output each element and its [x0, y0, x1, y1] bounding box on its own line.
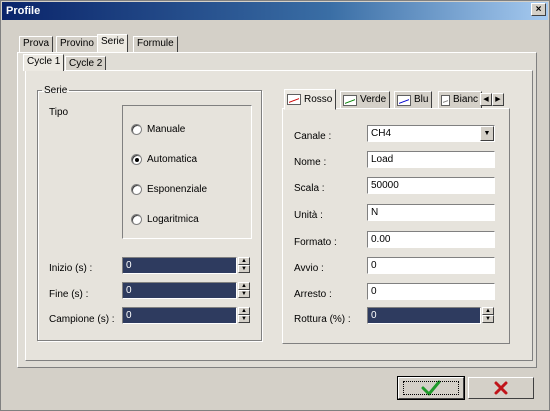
tab-provino[interactable]: Provino	[56, 36, 98, 52]
chart-icon	[441, 94, 450, 106]
fine-label: Fine (s) :	[49, 289, 89, 300]
formato-input[interactable]: 0.00	[367, 231, 495, 248]
tipo-box: Manuale Automatica Esponenziale Logaritm…	[122, 105, 252, 239]
rottura-label: Rottura (%) :	[294, 314, 351, 325]
campione-input[interactable]: 0	[122, 307, 237, 324]
tab-bianco-label: Bianc	[452, 94, 478, 105]
close-button[interactable]: ×	[531, 3, 546, 16]
tab-rosso-label: Rosso	[304, 93, 333, 105]
tab-formule[interactable]: Formule	[133, 36, 178, 52]
ok-button[interactable]	[397, 376, 465, 400]
radio-automatica-circle[interactable]	[131, 154, 142, 165]
radio-esponenziale[interactable]: Esponenziale	[131, 184, 207, 195]
nome-label: Nome :	[294, 157, 327, 168]
radio-logaritmica-circle[interactable]	[131, 214, 142, 225]
spin-up-icon[interactable]: ▲	[482, 307, 494, 315]
radio-esponenziale-circle[interactable]	[131, 184, 142, 195]
tab-verde-label: Verde	[360, 94, 387, 105]
subtab-cycle-2[interactable]: Cycle 2	[65, 56, 107, 71]
avvio-label: Avvio :	[294, 263, 324, 274]
radio-manuale-label: Manuale	[147, 124, 186, 135]
spin-down-icon[interactable]: ▼	[238, 265, 250, 273]
inizio-label: Inizio (s) :	[49, 263, 93, 274]
avvio-input[interactable]: 0	[367, 257, 495, 274]
tab-verde[interactable]: Verde	[340, 91, 391, 109]
inizio-input[interactable]: 0	[122, 257, 237, 274]
canale-select[interactable]: CH4 ▼	[367, 125, 495, 142]
serie-group-label: Serie	[44, 85, 68, 96]
window-title: Profile	[6, 5, 41, 17]
spin-up-icon[interactable]: ▲	[238, 307, 250, 315]
canale-value: CH4	[371, 128, 392, 139]
fine-input[interactable]: 0	[122, 282, 237, 299]
arrow-right-icon[interactable]: ▶	[492, 93, 504, 106]
profile-window: Profile × Prova Provino Serie Formule Cy…	[0, 0, 550, 411]
spin-down-icon[interactable]: ▼	[482, 315, 494, 323]
chart-icon	[397, 94, 411, 106]
tab-rosso[interactable]: Rosso	[284, 89, 337, 110]
tab-scroll-arrows[interactable]: ◀ ▶	[480, 93, 504, 106]
radio-automatica-label: Automatica	[147, 154, 198, 165]
subtab-cycle-1[interactable]: Cycle 1	[23, 54, 65, 71]
title-bar: Profile	[2, 2, 548, 20]
tab-blu[interactable]: Blu	[394, 91, 433, 109]
inizio-spinner[interactable]: ▲ ▼	[238, 257, 250, 274]
rottura-input[interactable]: 0	[367, 307, 481, 324]
unita-label: Unità :	[294, 210, 323, 221]
canale-label: Canale :	[294, 131, 332, 142]
tab-blu-label: Blu	[414, 94, 429, 105]
spin-down-icon[interactable]: ▼	[238, 315, 250, 323]
chevron-down-icon[interactable]: ▼	[480, 126, 494, 141]
radio-manuale[interactable]: Manuale	[131, 124, 185, 135]
tab-bianco[interactable]: Bianc	[438, 91, 482, 109]
radio-manuale-circle[interactable]	[131, 124, 142, 135]
spin-up-icon[interactable]: ▲	[238, 257, 250, 265]
radio-esponenziale-label: Esponenziale	[147, 184, 208, 195]
focus-rect	[403, 381, 459, 395]
campione-spinner[interactable]: ▲ ▼	[238, 307, 250, 324]
nome-input[interactable]: Load	[367, 151, 495, 168]
arresto-input[interactable]: 0	[367, 283, 495, 300]
arrow-left-icon[interactable]: ◀	[480, 93, 492, 106]
arresto-label: Arresto :	[294, 289, 332, 300]
tab-serie[interactable]: Serie	[97, 34, 129, 52]
radio-logaritmica-label: Logaritmica	[147, 214, 199, 225]
tipo-label: Tipo	[49, 107, 69, 118]
fine-spinner[interactable]: ▲ ▼	[238, 282, 250, 299]
spin-up-icon[interactable]: ▲	[238, 282, 250, 290]
tab-prova[interactable]: Prova	[19, 36, 54, 52]
cancel-x-icon	[494, 381, 508, 395]
radio-logaritmica[interactable]: Logaritmica	[131, 214, 199, 225]
scala-input[interactable]: 50000	[367, 177, 495, 194]
cancel-button[interactable]	[468, 377, 534, 399]
rottura-spinner[interactable]: ▲ ▼	[482, 307, 494, 324]
unita-input[interactable]: N	[367, 204, 495, 221]
formato-label: Formato :	[294, 237, 337, 248]
scala-label: Scala :	[294, 183, 325, 194]
campione-label: Campione (s) :	[49, 314, 115, 325]
spin-down-icon[interactable]: ▼	[238, 290, 250, 298]
chart-icon	[287, 94, 301, 105]
radio-automatica[interactable]: Automatica	[131, 154, 197, 165]
chart-icon	[343, 94, 357, 106]
